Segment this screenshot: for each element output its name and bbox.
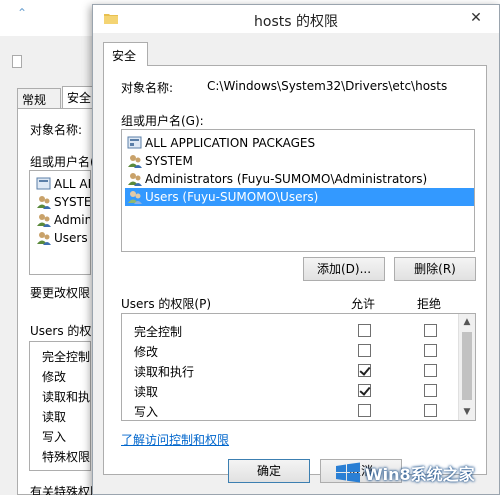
dialog-titlebar: hosts 的权限 ✕	[93, 5, 499, 33]
allow-checkbox[interactable]	[358, 384, 371, 397]
deny-checkbox[interactable]	[424, 384, 437, 397]
permissions-list-background: 完全控制 修改 读取和执行 读取 写入 特殊权限	[29, 341, 91, 471]
group-or-user-label: 组或用户名(G):	[121, 114, 204, 128]
permission-name: 读取和执行	[134, 365, 195, 379]
permission-row-write: 写入	[122, 400, 460, 420]
change-permissions-label: 要更改权限	[30, 286, 91, 300]
list-item: 读取和执行	[42, 390, 91, 404]
remove-button[interactable]: 删除(R)	[394, 257, 476, 281]
deny-column-header: 拒绝	[417, 297, 442, 311]
users-group-icon	[128, 191, 142, 204]
list-item[interactable]: ALL AP	[36, 175, 90, 193]
allow-checkbox[interactable]	[358, 344, 371, 357]
learn-access-control-link[interactable]: 了解访问控制和权限	[121, 431, 229, 448]
user-item-all-application-packages[interactable]: ALL APPLICATION PACKAGES	[125, 134, 474, 152]
users-group-icon	[37, 232, 51, 245]
dialog-title: hosts 的权限	[254, 14, 338, 30]
users-group-icon	[128, 173, 142, 186]
list-item[interactable]: Users (	[36, 229, 90, 247]
object-name-value: C:\Windows\System32\Drivers\etc\hosts	[207, 79, 448, 93]
permission-name: 读取	[134, 385, 159, 399]
windows-logo-icon	[336, 462, 360, 483]
permission-row-modify: 修改	[122, 340, 460, 360]
permissions-dialog: hosts 的权限 ✕ 安全 对象名称: C:\Windows\System32…	[92, 4, 500, 495]
permission-row-read: 读取	[122, 380, 460, 400]
permission-name: 完全控制	[134, 325, 183, 339]
close-button[interactable]: ✕	[467, 9, 485, 27]
list-item: 修改	[42, 370, 67, 384]
list-item: 写入	[42, 430, 67, 444]
scroll-up-icon[interactable]: ▲	[459, 314, 475, 330]
ok-button[interactable]: 确定	[228, 459, 310, 483]
users-group-icon	[128, 155, 142, 168]
user-list[interactable]: ALL APPLICATION PACKAGES SYSTEM Administ…	[121, 129, 475, 252]
list-item: 读取	[42, 410, 67, 424]
permission-name: 写入	[134, 405, 159, 419]
list-item: 完全控制	[42, 350, 91, 364]
permission-name: 修改	[134, 345, 159, 359]
user-item-administrators[interactable]: Administrators (Fuyu-SUMOMO\Administrato…	[125, 170, 474, 188]
permission-row-full-control: 完全控制	[122, 320, 460, 340]
allow-column-header: 允许	[351, 297, 376, 311]
add-button[interactable]: 添加(D)...	[303, 257, 385, 281]
user-item-system[interactable]: SYSTEM	[125, 152, 474, 170]
allow-checkbox[interactable]	[358, 404, 371, 417]
deny-checkbox[interactable]	[424, 404, 437, 417]
permissions-list: 完全控制 修改 读取和执行 读取 写入 ▲ ▼	[121, 313, 476, 421]
permission-row-read-execute: 读取和执行	[122, 360, 460, 380]
allow-checkbox[interactable]	[358, 364, 371, 377]
watermark: Win8系统之家	[335, 458, 475, 488]
list-item[interactable]: SYSTEM	[36, 193, 90, 211]
list-item: 特殊权限	[42, 450, 91, 464]
tab-general[interactable]: 常规	[17, 88, 61, 108]
deny-checkbox[interactable]	[424, 344, 437, 357]
user-item-users[interactable]: Users (Fuyu-SUMOMO\Users)	[125, 188, 474, 206]
deny-checkbox[interactable]	[424, 364, 437, 377]
app-packages-icon	[127, 136, 142, 149]
users-group-icon	[37, 214, 51, 227]
up-arrow-icon: ⌃	[17, 6, 28, 20]
close-icon: ✕	[470, 10, 482, 26]
user-item-label: Administrators (Fuyu-SUMOMO\Administrato…	[145, 172, 428, 186]
watermark-text: Win8系统之家	[365, 465, 475, 484]
scroll-down-icon[interactable]: ▼	[459, 404, 475, 420]
allow-checkbox[interactable]	[358, 324, 371, 337]
scrollbar-thumb[interactable]	[462, 332, 472, 400]
group-label-background: 组或用户名(	[30, 155, 95, 169]
user-item-label: SYSTEM	[145, 154, 193, 168]
app-packages-icon	[36, 177, 51, 190]
deny-checkbox[interactable]	[424, 324, 437, 337]
file-icon	[12, 55, 22, 68]
object-name-label-background: 对象名称:	[30, 123, 83, 137]
permissions-scrollbar[interactable]: ▲ ▼	[458, 314, 475, 420]
tab-security[interactable]: 安全	[103, 42, 148, 66]
list-item[interactable]: Admini	[36, 211, 90, 229]
user-item-label: Users (Fuyu-SUMOMO\Users)	[145, 190, 319, 204]
permissions-header: Users 的权限(P)	[121, 297, 212, 311]
object-name-label: 对象名称:	[121, 81, 174, 95]
user-item-label: ALL APPLICATION PACKAGES	[145, 136, 316, 150]
user-list-background[interactable]: ALL AP SYSTEM Admini Users (	[29, 170, 91, 275]
users-group-icon	[37, 196, 51, 209]
